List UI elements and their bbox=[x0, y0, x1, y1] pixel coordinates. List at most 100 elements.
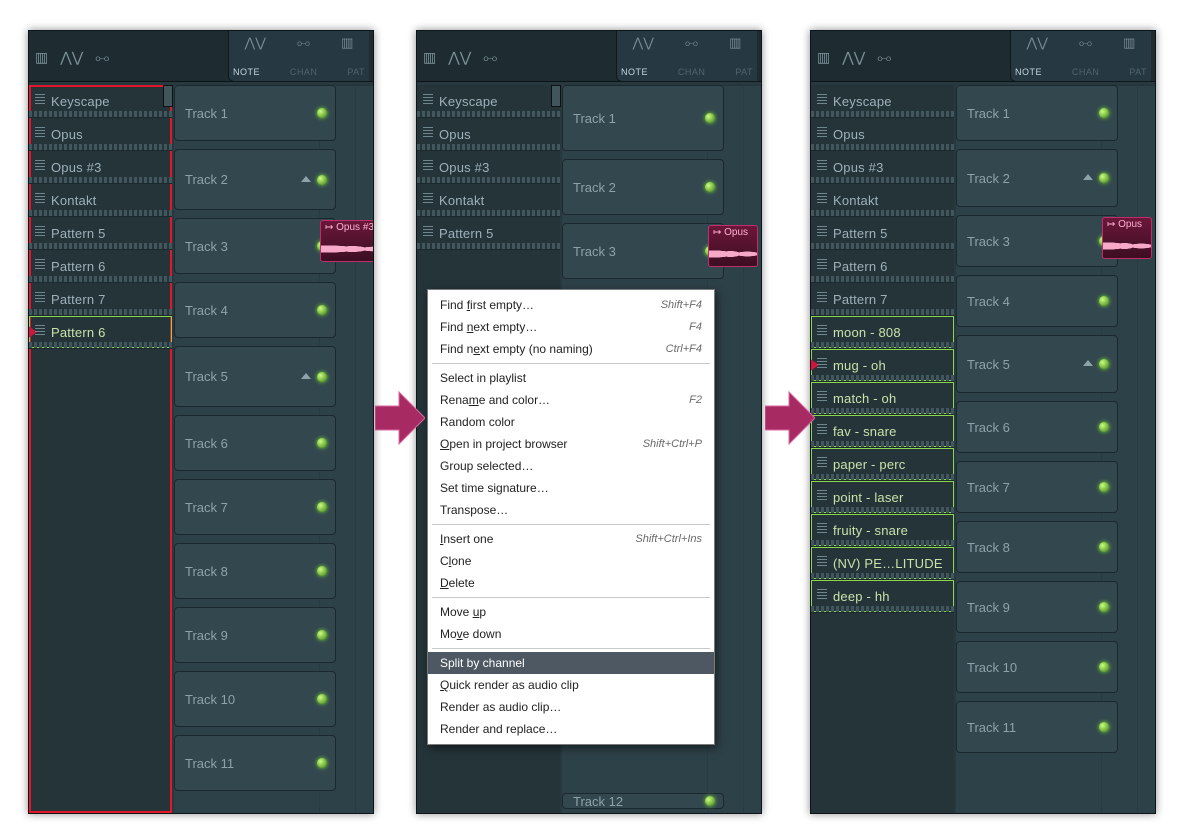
mute-indicator-icon[interactable] bbox=[1099, 542, 1109, 552]
drag-handle-icon[interactable] bbox=[817, 457, 827, 469]
menu-item[interactable]: Move down bbox=[428, 623, 714, 645]
menu-item[interactable]: Render and replace… bbox=[428, 718, 714, 740]
drag-handle-icon[interactable] bbox=[423, 226, 433, 238]
track-header[interactable]: Track 7 bbox=[174, 479, 336, 535]
menu-item[interactable]: Rename and color…F2 bbox=[428, 389, 714, 411]
track-header[interactable]: Track 7 bbox=[956, 461, 1118, 513]
pattern-item[interactable]: moon - 808 bbox=[811, 316, 954, 349]
pattern-item[interactable]: Kontakt bbox=[811, 184, 954, 217]
menu-item[interactable]: Clone bbox=[428, 550, 714, 572]
pattern-item[interactable]: Pattern 5 bbox=[811, 217, 954, 250]
track-header[interactable]: Track 3 bbox=[174, 218, 336, 274]
pattern-item[interactable]: deep - hh bbox=[811, 580, 954, 613]
drag-handle-icon[interactable] bbox=[423, 193, 433, 205]
piano-icon[interactable]: ▥ bbox=[341, 35, 353, 51]
drag-handle-icon[interactable] bbox=[817, 523, 827, 535]
pattern-item[interactable]: Opus bbox=[417, 118, 560, 151]
mute-indicator-icon[interactable] bbox=[1099, 662, 1109, 672]
pattern-picker[interactable]: KeyscapeOpusOpus #3KontaktPattern 5Patte… bbox=[811, 85, 954, 813]
pattern-item[interactable]: Pattern 7 bbox=[811, 283, 954, 316]
pattern-item[interactable]: Kontakt bbox=[417, 184, 560, 217]
track-header[interactable]: Track 2 bbox=[956, 149, 1118, 207]
menu-item[interactable]: Insert oneShift+Ctrl+Ins bbox=[428, 528, 714, 550]
drag-handle-icon[interactable] bbox=[817, 193, 827, 205]
pattern-item[interactable]: Pattern 6 bbox=[29, 316, 172, 349]
pattern-item[interactable]: Opus bbox=[811, 118, 954, 151]
link-icon[interactable]: ⧟ bbox=[297, 35, 310, 51]
link-icon[interactable]: ⧟ bbox=[877, 49, 891, 66]
track-header[interactable]: Track 9 bbox=[956, 581, 1118, 633]
mute-indicator-icon[interactable] bbox=[1099, 173, 1109, 183]
track-header[interactable]: Track 2 bbox=[562, 159, 724, 215]
drag-handle-icon[interactable] bbox=[817, 94, 827, 106]
track-header[interactable]: Track 1 bbox=[174, 85, 336, 141]
pattern-item[interactable]: Keyscape bbox=[811, 85, 954, 118]
pattern-item[interactable]: point - laser bbox=[811, 481, 954, 514]
collapse-icon[interactable] bbox=[301, 373, 311, 379]
mute-indicator-icon[interactable] bbox=[317, 566, 327, 576]
pattern-item[interactable]: Pattern 6 bbox=[811, 250, 954, 283]
menu-item[interactable]: Find next empty (no naming)Ctrl+F4 bbox=[428, 338, 714, 360]
track-header[interactable]: Track 8 bbox=[956, 521, 1118, 573]
menu-item[interactable]: Random color bbox=[428, 411, 714, 433]
pattern-item[interactable]: Opus #3 bbox=[417, 151, 560, 184]
track-header[interactable]: Track 1 bbox=[956, 85, 1118, 141]
drag-handle-icon[interactable] bbox=[817, 160, 827, 172]
drag-handle-icon[interactable] bbox=[817, 226, 827, 238]
track-header[interactable]: Track 2 bbox=[174, 149, 336, 210]
menu-item[interactable]: Split by channel bbox=[428, 652, 714, 674]
drag-handle-icon[interactable] bbox=[35, 193, 45, 205]
collapse-icon[interactable] bbox=[301, 176, 311, 182]
pattern-item[interactable]: paper - perc bbox=[811, 448, 954, 481]
drag-handle-icon[interactable] bbox=[817, 127, 827, 139]
mute-indicator-icon[interactable] bbox=[1099, 108, 1109, 118]
track-header[interactable]: Track 10 bbox=[174, 671, 336, 727]
drag-handle-icon[interactable] bbox=[423, 94, 433, 106]
track-header[interactable]: Track 3 bbox=[956, 215, 1118, 267]
mute-indicator-icon[interactable] bbox=[705, 113, 715, 123]
tab-chan[interactable]: CHAN bbox=[290, 67, 318, 77]
drag-handle-icon[interactable] bbox=[35, 160, 45, 172]
pattern-item[interactable]: Opus bbox=[29, 118, 172, 151]
mute-indicator-icon[interactable] bbox=[317, 438, 327, 448]
mute-indicator-icon[interactable] bbox=[317, 108, 327, 118]
drag-handle-icon[interactable] bbox=[423, 160, 433, 172]
menu-item[interactable]: Transpose… bbox=[428, 499, 714, 521]
menu-item[interactable]: Group selected… bbox=[428, 455, 714, 477]
track-header[interactable]: Track 9 bbox=[174, 607, 336, 663]
pattern-item[interactable]: (NV) PE…LITUDE bbox=[811, 547, 954, 580]
wave-icon[interactable]: ⋀⋁ bbox=[245, 35, 266, 51]
track-header[interactable]: Track 10 bbox=[956, 641, 1118, 693]
track-header[interactable]: Track 5 bbox=[174, 346, 336, 407]
drag-handle-icon[interactable] bbox=[817, 589, 827, 601]
menu-item[interactable]: Open in project browserShift+Ctrl+P bbox=[428, 433, 714, 455]
mute-indicator-icon[interactable] bbox=[705, 796, 715, 806]
pattern-item[interactable]: Opus #3 bbox=[811, 151, 954, 184]
wave-icon[interactable]: ⋀⋁ bbox=[448, 49, 471, 66]
drag-handle-icon[interactable] bbox=[35, 94, 45, 106]
drag-handle-icon[interactable] bbox=[35, 325, 45, 337]
track-header[interactable]: Track 8 bbox=[174, 543, 336, 599]
menu-item[interactable]: Find next empty…F4 bbox=[428, 316, 714, 338]
menu-item[interactable]: Render as audio clip… bbox=[428, 696, 714, 718]
drag-handle-icon[interactable] bbox=[817, 424, 827, 436]
track-header[interactable]: Track 12 bbox=[562, 793, 724, 809]
drag-handle-icon[interactable] bbox=[35, 127, 45, 139]
pattern-item[interactable]: Pattern 6 bbox=[29, 250, 172, 283]
audio-clip[interactable]: ↦ Opus #3 bbox=[320, 220, 374, 262]
mute-indicator-icon[interactable] bbox=[1099, 296, 1109, 306]
pattern-item[interactable]: Pattern 7 bbox=[29, 283, 172, 316]
pattern-item[interactable]: Pattern 5 bbox=[29, 217, 172, 250]
pattern-item[interactable]: Opus #3 bbox=[29, 151, 172, 184]
mute-indicator-icon[interactable] bbox=[1099, 722, 1109, 732]
mute-indicator-icon[interactable] bbox=[1099, 422, 1109, 432]
mute-indicator-icon[interactable] bbox=[317, 502, 327, 512]
drag-handle-icon[interactable] bbox=[35, 259, 45, 271]
mute-indicator-icon[interactable] bbox=[1099, 482, 1109, 492]
mute-indicator-icon[interactable] bbox=[317, 694, 327, 704]
menu-item[interactable]: Delete bbox=[428, 572, 714, 594]
audio-clip[interactable]: ↦ Opus bbox=[1102, 217, 1152, 259]
menu-item[interactable]: Set time signature… bbox=[428, 477, 714, 499]
track-header[interactable]: Track 4 bbox=[956, 275, 1118, 327]
pattern-item[interactable]: Kontakt bbox=[29, 184, 172, 217]
